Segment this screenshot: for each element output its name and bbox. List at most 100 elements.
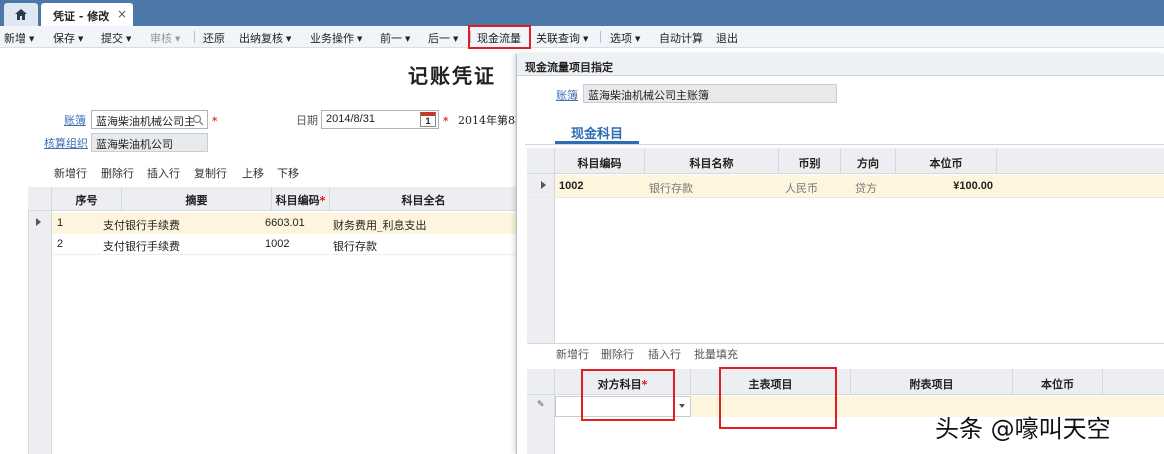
header-filler (1103, 369, 1164, 395)
chevron-down-icon[interactable]: ▼ (357, 35, 362, 43)
close-icon[interactable]: × (117, 7, 127, 21)
audit-button[interactable]: 审核 ▼ (150, 30, 180, 46)
grid-corner (527, 369, 555, 395)
cash-flow-dialog: 现金流量项目指定 账簿 蓝海柴油机械公司主账簿 现金科目 科目编码 科目名称 币… (516, 54, 1164, 454)
next-button[interactable]: 后一 ▼ (428, 30, 458, 46)
restore-button[interactable]: 还原 (203, 30, 225, 46)
column-header-name[interactable]: 科目名称 (645, 148, 779, 174)
tab-bar: 凭证 - 修改 × (0, 0, 1164, 26)
auto-calc-button[interactable]: 自动计算 (659, 30, 703, 46)
submit-button[interactable]: 提交 ▼ (101, 30, 131, 46)
column-header-currency[interactable]: 币别 (779, 148, 841, 174)
cell-seq: 1 (57, 217, 64, 229)
ledger-link[interactable]: 账簿 (64, 112, 86, 128)
period-text: 2014年第8期 (458, 114, 516, 127)
batch-fill-button[interactable]: 批量填充 (694, 346, 738, 362)
column-header-direction[interactable]: 方向 (841, 148, 896, 174)
page-title: 记账凭证 (408, 64, 496, 88)
options-button[interactable]: 选项 ▼ (610, 30, 640, 46)
main-toolbar: 新增 ▼ 保存 ▼ 提交 ▼ 审核 ▼ 还原 出纳复核 ▼ 业务操作 ▼ 前一 ▼ 后一 ▼ 现… (0, 26, 1164, 48)
previous-button[interactable]: 前一 ▼ (380, 30, 410, 46)
delete-row-button[interactable]: 删除行 (101, 165, 134, 181)
toolbar-divider (194, 31, 195, 43)
business-ops-button[interactable]: 业务操作 ▼ (310, 30, 362, 46)
move-down-button[interactable]: 下移 (277, 165, 299, 181)
highlight-box-main-item (719, 367, 837, 429)
chevron-down-icon[interactable]: ▼ (583, 35, 588, 43)
insert-row-button[interactable]: 插入行 (648, 346, 681, 362)
tab-divider (525, 144, 1164, 145)
row-indicator-column (28, 211, 52, 454)
table-row[interactable]: 2 支付银行手续费 1002 银行存款 (52, 234, 518, 255)
column-header-amount[interactable]: 本位币 (896, 148, 997, 174)
cell-fullname: 银行存款 (333, 240, 377, 253)
column-header-seq[interactable]: 序号 (52, 187, 122, 211)
cell-code: 1002 (559, 180, 584, 192)
exit-button[interactable]: 退出 (716, 30, 738, 46)
dialog-title: 现金流量项目指定 (517, 54, 1164, 76)
chevron-down-icon[interactable]: ▼ (175, 35, 180, 43)
grid-border (28, 211, 29, 454)
chevron-down-icon[interactable]: ▼ (286, 35, 291, 43)
table-row[interactable]: 1002 银行存款 人民币 贷方 ¥100.00 (541, 175, 1164, 197)
grid-corner (527, 148, 555, 174)
toolbar-divider (600, 31, 601, 43)
table-row[interactable]: 1 支付银行手续费 6603.01 财务费用_利息支出 (36, 213, 518, 234)
chevron-down-icon[interactable]: ▼ (126, 35, 131, 43)
tab-label: 凭证 - 修改 (53, 10, 110, 23)
home-tab[interactable] (4, 3, 38, 26)
cell-summary: 支付银行手续费 (103, 219, 180, 232)
related-query-button[interactable]: 关联查询 ▼ (536, 30, 588, 46)
chevron-down-icon[interactable]: ▼ (405, 35, 410, 43)
chevron-down-icon[interactable]: ▼ (453, 35, 458, 43)
copy-row-button[interactable]: 复制行 (194, 165, 227, 181)
cell-name: 银行存款 (649, 182, 693, 195)
row-divider (527, 197, 1164, 198)
insert-row-button[interactable]: 插入行 (147, 165, 180, 181)
home-icon (15, 9, 27, 20)
tab-cash-account[interactable]: 现金科目 (555, 120, 639, 144)
cell-amount: ¥100.00 (953, 180, 993, 192)
cell-currency: 人民币 (785, 182, 818, 195)
chevron-down-icon[interactable]: ▼ (635, 35, 640, 43)
highlight-box-cash-flow (468, 25, 531, 49)
cell-fullname: 财务费用_利息支出 (333, 219, 427, 232)
add-row-button[interactable]: 新增行 (54, 165, 87, 181)
org-link[interactable]: 核算组织 (44, 135, 88, 151)
chevron-down-icon[interactable] (679, 404, 685, 408)
cell-code: 1002 (265, 238, 290, 250)
required-mark: * (212, 115, 218, 128)
column-header-code[interactable]: 科目编码 (555, 148, 645, 174)
edit-pencil-icon: ✎ (537, 400, 545, 410)
cell-summary: 支付银行手续费 (103, 240, 180, 253)
ledger-field[interactable]: 蓝海柴油机械公司主 (91, 110, 208, 129)
move-up-button[interactable]: 上移 (242, 165, 264, 181)
row-pointer-icon (36, 218, 41, 226)
search-icon[interactable] (192, 114, 204, 126)
column-header-base-currency[interactable]: 本位币 (1013, 369, 1103, 395)
delete-row-button[interactable]: 删除行 (601, 346, 634, 362)
cell-seq: 2 (57, 238, 64, 250)
header-filler (997, 148, 1164, 174)
column-header-summary[interactable]: 摘要 (122, 187, 272, 211)
chevron-down-icon[interactable]: ▼ (29, 35, 34, 43)
new-button[interactable]: 新增 ▼ (4, 30, 34, 46)
watermark-text: 头条 @嚎叫天空 (935, 415, 1111, 443)
highlight-box-counter-account (581, 369, 675, 421)
column-header-sub-item[interactable]: 附表项目 (851, 369, 1013, 395)
calendar-icon[interactable]: 1 (420, 112, 436, 127)
column-header-fullname[interactable]: 科目全名 (330, 187, 518, 211)
row-indicator-column (527, 174, 555, 344)
cashier-review-button[interactable]: 出纳复核 ▼ (239, 30, 291, 46)
add-row-button[interactable]: 新增行 (556, 346, 589, 362)
save-button[interactable]: 保存 ▼ (53, 30, 83, 46)
grid-corner (28, 187, 52, 211)
chevron-down-icon[interactable]: ▼ (78, 35, 83, 43)
dialog-ledger-link[interactable]: 账簿 (556, 87, 578, 103)
tab-voucher-edit[interactable]: 凭证 - 修改 × (41, 3, 133, 26)
dialog-ledger-field: 蓝海柴油机械公司主账簿 (583, 84, 837, 103)
org-field: 蓝海柴油机公司 (91, 133, 208, 152)
column-header-code[interactable]: 科目编码* (272, 187, 330, 211)
date-field[interactable]: 2014/8/31 1 (321, 110, 439, 129)
row-pointer-icon (541, 181, 546, 189)
